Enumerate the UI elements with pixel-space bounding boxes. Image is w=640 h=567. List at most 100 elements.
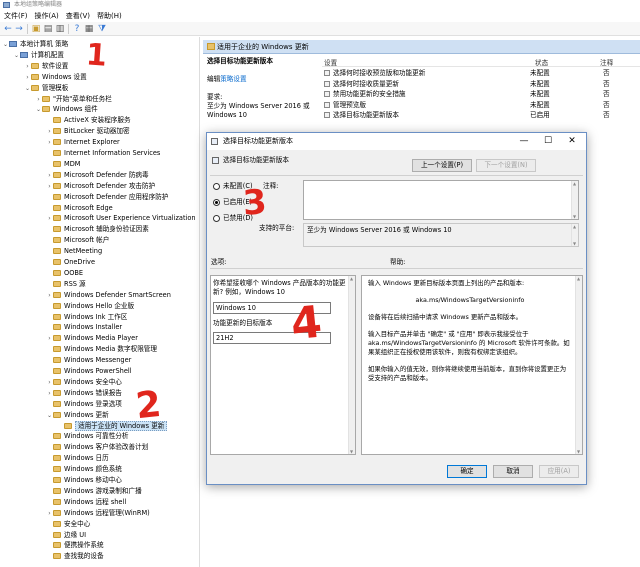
- tree-node[interactable]: RSS 源: [46, 279, 86, 289]
- edit-policy-link[interactable]: 策略设置: [220, 75, 246, 83]
- collapse-arrow-icon[interactable]: ›: [46, 334, 53, 344]
- tree-node[interactable]: › BitLocker 驱动器加密: [46, 126, 129, 137]
- tree-node[interactable]: Windows 登录选项: [46, 399, 122, 409]
- cancel-button[interactable]: 取消: [493, 465, 533, 478]
- expand-arrow-icon[interactable]: ⌄: [13, 51, 20, 61]
- next-setting-button[interactable]: 下一个设置(N): [476, 159, 536, 172]
- tree-node[interactable]: Windows 游戏录制和广播: [46, 486, 142, 496]
- collapse-arrow-icon[interactable]: ›: [46, 509, 53, 519]
- tree-node[interactable]: Windows 移动中心: [46, 475, 122, 485]
- collapse-arrow-icon[interactable]: ›: [46, 291, 53, 301]
- tree-node[interactable]: › Windows Defender SmartScreen: [46, 290, 171, 300]
- tree-node[interactable]: ActiveX 安装程序服务: [46, 115, 131, 125]
- tree-node[interactable]: › Microsoft User Experience Virtualizatio…: [46, 213, 195, 224]
- setting-row[interactable]: 选择何时接收质量更新: [324, 79, 399, 89]
- expand-arrow-icon[interactable]: ⌄: [35, 105, 42, 115]
- collapse-arrow-icon[interactable]: ›: [24, 62, 31, 72]
- tree-node[interactable]: Microsoft 辅助身份验证因素: [46, 224, 149, 234]
- tree-node[interactable]: ⌄ 计算机配置: [13, 50, 64, 60]
- back-icon[interactable]: ←: [3, 24, 13, 34]
- help-scrollbar[interactable]: [575, 276, 582, 454]
- tree-node[interactable]: Internet Information Services: [46, 148, 160, 158]
- collapse-arrow-icon[interactable]: ›: [46, 378, 53, 388]
- tree-node[interactable]: Windows PowerShell: [46, 366, 132, 376]
- tree-node[interactable]: › Windows 错误报告: [46, 388, 122, 398]
- collapse-arrow-icon[interactable]: ›: [46, 138, 53, 148]
- tree-node[interactable]: › Microsoft Defender 攻击防护: [46, 181, 155, 191]
- expand-arrow-icon[interactable]: ⌄: [2, 40, 9, 50]
- setting-row[interactable]: 选择何时接收预览版和功能更新: [324, 68, 425, 78]
- collapse-arrow-icon[interactable]: ›: [24, 73, 31, 83]
- comment-scrollbar[interactable]: [571, 181, 578, 219]
- tree-node[interactable]: OneDrive: [46, 257, 95, 267]
- column-header-setting[interactable]: 设置: [324, 57, 337, 67]
- tree-node[interactable]: 便携操作系统: [46, 540, 104, 550]
- tree-node[interactable]: MDM: [46, 159, 80, 169]
- ok-button[interactable]: 确定: [447, 465, 487, 478]
- expand-arrow-icon[interactable]: ⌄: [24, 84, 31, 94]
- collapse-arrow-icon[interactable]: ›: [35, 95, 42, 105]
- properties-icon[interactable]: ▦: [84, 24, 94, 34]
- tree-node[interactable]: Windows 颜色系统: [46, 464, 122, 474]
- minimize-icon[interactable]: —: [513, 133, 535, 150]
- tree-node[interactable]: Windows 远程 shell: [46, 497, 126, 507]
- menu-file[interactable]: 文件(F): [1, 10, 31, 22]
- close-icon[interactable]: ✕: [561, 133, 583, 150]
- tree-node[interactable]: › 软件设置: [24, 61, 68, 71]
- tree-node[interactable]: Microsoft Edge: [46, 203, 113, 213]
- tree-node[interactable]: Windows 可靠性分析: [46, 431, 129, 441]
- tree-node[interactable]: Windows 日历: [46, 453, 109, 463]
- tree-node[interactable]: Windows Installer: [46, 322, 122, 332]
- folder-up-icon[interactable]: ▣: [31, 24, 41, 34]
- tree-node[interactable]: Windows Messenger: [46, 355, 131, 365]
- forward-icon[interactable]: →: [14, 24, 24, 34]
- menu-view[interactable]: 查看(V): [63, 10, 93, 22]
- tree-node[interactable]: Microsoft 帐户: [46, 235, 109, 245]
- tree-node[interactable]: 边缘 UI: [46, 530, 86, 540]
- radio-disabled[interactable]: [213, 215, 220, 222]
- filter-icon[interactable]: ⧩: [97, 24, 107, 34]
- expand-arrow-icon[interactable]: ⌄: [46, 411, 53, 421]
- collapse-arrow-icon[interactable]: ›: [46, 214, 53, 224]
- tree-node[interactable]: 安全中心: [46, 519, 90, 529]
- tree-node[interactable]: OOBE: [46, 268, 83, 278]
- apply-button[interactable]: 应用(A): [539, 465, 579, 478]
- tree-node[interactable]: › Windows 设置: [24, 72, 86, 83]
- tree-node[interactable]: ⌄ Windows 组件: [35, 104, 98, 114]
- setting-row[interactable]: 禁用功能更新的安全措施: [324, 89, 406, 99]
- radio-not-configured[interactable]: [213, 183, 220, 190]
- collapse-arrow-icon[interactable]: ›: [46, 182, 53, 192]
- tree-node[interactable]: › Microsoft Defender 防病毒: [46, 170, 148, 180]
- tree-node[interactable]: ⌄ 本地计算机 策略: [2, 39, 68, 49]
- comment-textarea[interactable]: [303, 180, 579, 220]
- tree-node[interactable]: ⌄ Windows 更新: [46, 410, 109, 420]
- menu-action[interactable]: 操作(A): [32, 10, 62, 22]
- tree-node[interactable]: › Windows 远程管理(WinRM): [46, 508, 149, 519]
- tree-node[interactable]: Windows 客户体验改善计划: [46, 442, 148, 452]
- column-header-comment[interactable]: 注释: [600, 57, 613, 67]
- tree-node[interactable]: Microsoft Defender 应用程序防护: [46, 192, 168, 202]
- show-hide-tree-icon[interactable]: ▤: [43, 24, 53, 34]
- export-list-icon[interactable]: ▥: [55, 24, 65, 34]
- help-icon[interactable]: ?: [72, 24, 82, 34]
- tree-node[interactable]: Windows Media 数字权限管理: [46, 344, 157, 354]
- tree-node[interactable]: ⌄ 管理模板: [24, 83, 68, 93]
- tree-node[interactable]: 查找我的设备: [46, 551, 104, 561]
- tree-node[interactable]: › Windows 安全中心: [46, 377, 122, 387]
- platform-scrollbar[interactable]: [571, 224, 578, 246]
- previous-setting-button[interactable]: 上一个设置(P): [412, 159, 472, 172]
- maximize-icon[interactable]: ☐: [537, 133, 559, 150]
- tree-node[interactable]: › "开始"菜单和任务栏: [35, 94, 112, 104]
- column-header-state[interactable]: 状态: [535, 57, 548, 67]
- tree-node[interactable]: › Windows Media Player: [46, 333, 138, 343]
- setting-row[interactable]: 选择目标功能更新版本: [324, 110, 399, 120]
- tree-node[interactable]: NetMeeting: [46, 246, 102, 256]
- tree-node[interactable]: › Internet Explorer: [46, 137, 119, 148]
- radio-enabled[interactable]: [213, 199, 220, 206]
- options-scrollbar[interactable]: [348, 276, 355, 454]
- collapse-arrow-icon[interactable]: ›: [46, 127, 53, 137]
- tree-node[interactable]: Windows Ink 工作区: [46, 312, 127, 322]
- tree-node[interactable]: Windows Hello 企业版: [46, 301, 134, 311]
- menu-help[interactable]: 帮助(H): [94, 10, 125, 22]
- setting-row[interactable]: 管理预览版: [324, 100, 366, 110]
